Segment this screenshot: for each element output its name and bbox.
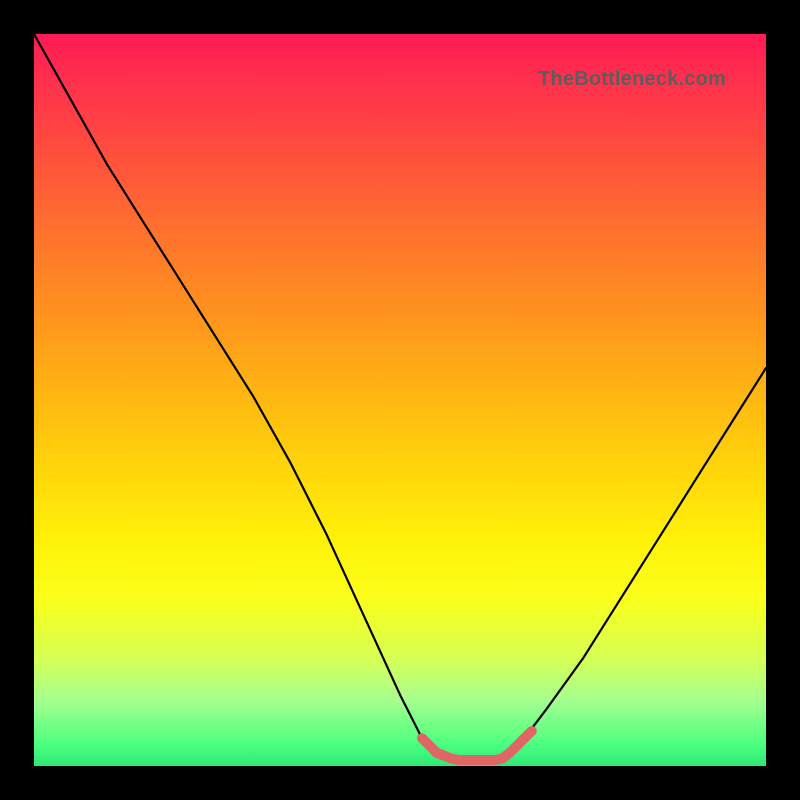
optimal-zone <box>422 731 532 760</box>
chart-svg <box>34 34 766 766</box>
bottleneck-curve <box>34 34 766 760</box>
plot-area: TheBottleneck.com <box>34 34 766 766</box>
watermark-text: TheBottleneck.com <box>538 68 726 91</box>
chart-frame: TheBottleneck.com <box>0 0 800 800</box>
